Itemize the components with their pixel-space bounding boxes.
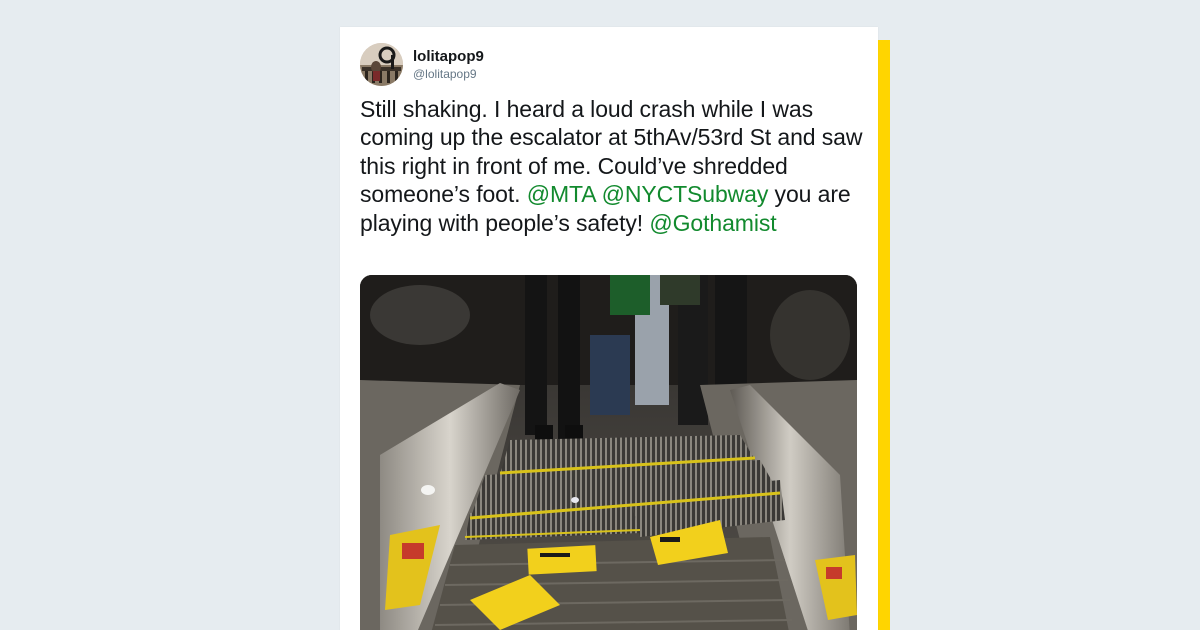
- tweet-media[interactable]: [360, 275, 857, 630]
- accent-bar: [878, 40, 890, 630]
- mention-nyctsubway[interactable]: @NYCTSubway: [602, 181, 769, 207]
- tweet-header: lolitapop9 @lolitapop9: [360, 42, 484, 86]
- mention-mta[interactable]: @MTA: [527, 181, 596, 207]
- escalator-photo-icon: [360, 275, 857, 630]
- tweet-card[interactable]: lolitapop9 @lolitapop9 Still shaking. I …: [340, 27, 878, 630]
- user-handle[interactable]: @lolitapop9: [413, 66, 484, 82]
- avatar-photo-icon: [360, 42, 403, 86]
- user-meta: lolitapop9 @lolitapop9: [413, 47, 484, 82]
- display-name[interactable]: lolitapop9: [413, 47, 484, 66]
- avatar[interactable]: [360, 42, 403, 86]
- mention-gothamist[interactable]: @Gothamist: [649, 210, 776, 236]
- page: lolitapop9 @lolitapop9 Still shaking. I …: [0, 0, 1200, 630]
- tweet-text: Still shaking. I heard a loud crash whil…: [360, 95, 865, 237]
